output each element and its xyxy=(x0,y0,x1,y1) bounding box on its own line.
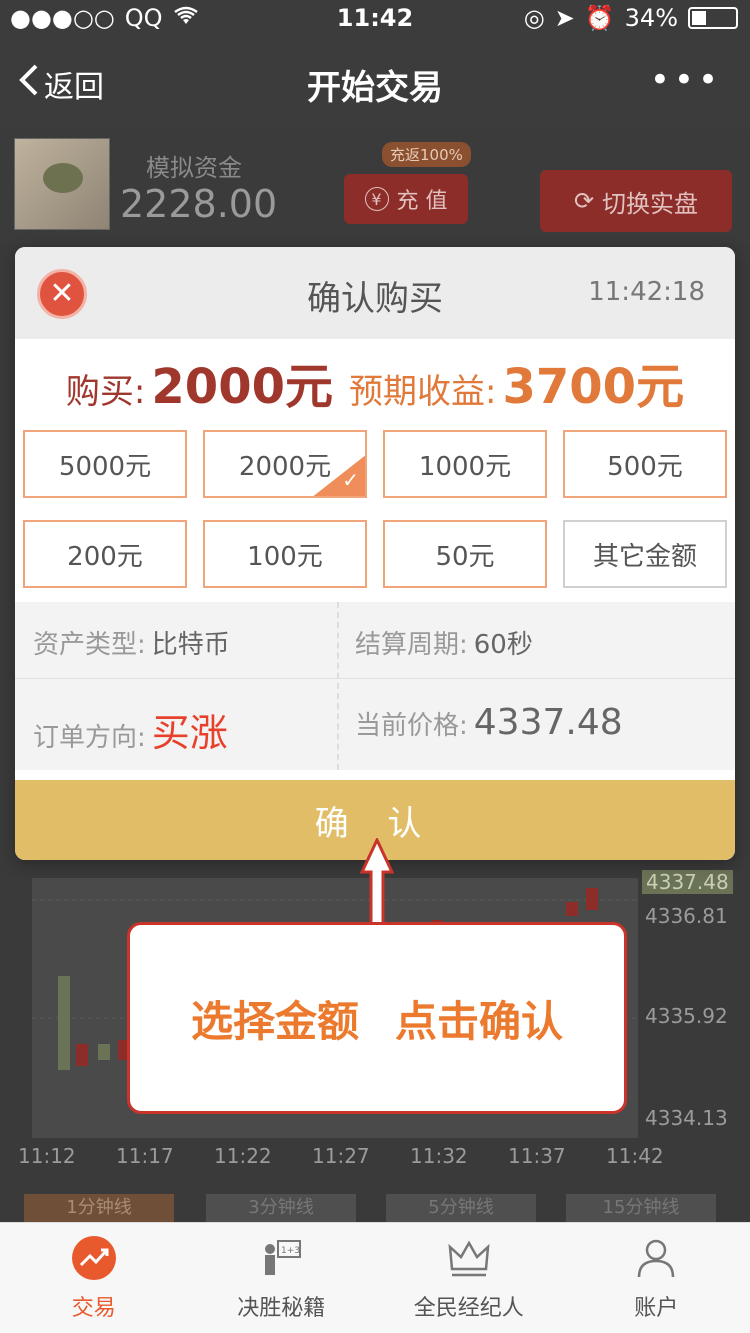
buy-amount: 2000元 xyxy=(151,359,333,415)
nav-bar: 返回 开始交易 ••• xyxy=(0,38,750,130)
page-title: 开始交易 xyxy=(307,68,443,108)
buy-label: 购买: xyxy=(65,372,146,412)
recharge-label: 充 值 xyxy=(396,189,448,214)
svg-text:1+3: 1+3 xyxy=(281,1246,300,1256)
candle xyxy=(98,1044,110,1060)
expected-return-amount: 3700元 xyxy=(502,359,685,415)
time-tick: 11:12 xyxy=(18,1144,76,1168)
expected-return-label: 预期收益: xyxy=(349,372,497,412)
direction-value: 买涨 xyxy=(151,711,228,755)
modal-time: 11:42:18 xyxy=(588,277,705,307)
more-menu-icon[interactable]: ••• xyxy=(650,60,722,100)
tab-account[interactable]: 账户 xyxy=(563,1223,750,1333)
tab-label: 全民经纪人 xyxy=(413,1296,524,1321)
status-bar: ●●●○○ QQ 11:42 ◎ ➤ ⏰ 34% xyxy=(0,0,750,38)
battery-percent: 34% xyxy=(624,4,678,32)
candle xyxy=(586,888,598,910)
time-tick: 11:37 xyxy=(508,1144,566,1168)
tab-label: 决胜秘籍 xyxy=(237,1296,326,1321)
hint-select-amount: 选择金额 xyxy=(190,996,359,1046)
time-tick: 11:22 xyxy=(214,1144,272,1168)
amount-option-200[interactable]: 200元 xyxy=(23,520,187,588)
yuan-icon: ¥ xyxy=(364,187,389,211)
price-tick: 4335.92 xyxy=(645,1004,728,1028)
time-tick: 11:42 xyxy=(606,1144,664,1168)
alarm-icon: ⏰ xyxy=(584,4,615,32)
tab-label: 交易 xyxy=(71,1296,116,1321)
amount-label: 100元 xyxy=(247,541,323,572)
switch-real-button[interactable]: ⟳ 切换实盘 xyxy=(540,170,732,232)
settlement-period: 结算周期: 60秒 xyxy=(355,624,533,661)
lock-rotation-icon: ◎ xyxy=(523,4,545,32)
user-icon xyxy=(632,1234,680,1282)
bottom-tab-bar: 交易 1+3 决胜秘籍 全民经纪人 账户 xyxy=(0,1222,750,1333)
candle xyxy=(566,902,578,916)
tab-1min[interactable]: 1分钟线 xyxy=(24,1194,174,1222)
tab-secrets[interactable]: 1+3 决胜秘籍 xyxy=(188,1223,376,1333)
asset-type-value: 比特币 xyxy=(151,630,230,660)
checkmark-icon: ✓ xyxy=(342,468,359,492)
battery-icon xyxy=(688,7,738,29)
tab-5min[interactable]: 5分钟线 xyxy=(386,1194,536,1222)
price-value: 4337.48 xyxy=(473,702,623,743)
switch-label: 切换实盘 xyxy=(602,189,699,218)
amount-option-500[interactable]: 500元 xyxy=(563,430,727,498)
amount-label: 5000元 xyxy=(58,451,152,482)
crown-icon xyxy=(445,1234,493,1282)
time-tick: 11:17 xyxy=(116,1144,174,1168)
amount-label: 其它金额 xyxy=(592,541,697,572)
confirm-purchase-modal: ✕ 确认购买 11:42:18 购买: 2000元 预期收益: 3700元 50… xyxy=(15,247,735,860)
amount-label: 1000元 xyxy=(418,451,512,482)
teacher-icon: 1+3 xyxy=(257,1234,305,1282)
candle xyxy=(76,1044,88,1066)
period-value: 60秒 xyxy=(473,630,533,660)
order-info: 资产类型: 比特币 结算周期: 60秒 订单方向: 买涨 当前价格: 4337.48 xyxy=(15,602,735,770)
instruction-hint: 选择金额 点击确认 xyxy=(127,922,627,1114)
trade-icon xyxy=(70,1234,118,1282)
period-label: 结算周期: xyxy=(355,630,468,660)
asset-type: 资产类型: 比特币 xyxy=(33,624,230,661)
location-icon: ➤ xyxy=(554,4,575,32)
modal-header: ✕ 确认购买 11:42:18 xyxy=(15,247,735,339)
tab-3min[interactable]: 3分钟线 xyxy=(206,1194,356,1222)
amount-option-1000[interactable]: 1000元 xyxy=(383,430,547,498)
time-tick: 11:27 xyxy=(312,1144,370,1168)
avatar[interactable] xyxy=(14,138,110,230)
sim-funds-label: 模拟资金 xyxy=(146,154,242,182)
amount-option-5000[interactable]: 5000元 xyxy=(23,430,187,498)
amount-label: 200元 xyxy=(67,541,143,572)
amount-option-2000[interactable]: 2000元 ✓ xyxy=(203,430,367,498)
asset-type-label: 资产类型: xyxy=(33,630,146,660)
sim-funds-amount: 2228.00 xyxy=(120,182,278,226)
period-tabs: 1分钟线 3分钟线 5分钟线 15分钟线 xyxy=(0,1182,750,1222)
refresh-icon: ⟳ xyxy=(573,187,595,215)
price-tick: 4336.81 xyxy=(645,904,728,928)
amount-label: 50元 xyxy=(435,541,495,572)
divider xyxy=(15,678,735,679)
tab-trade[interactable]: 交易 xyxy=(0,1223,188,1333)
tab-broker[interactable]: 全民经纪人 xyxy=(375,1223,563,1333)
amount-option-100[interactable]: 100元 xyxy=(203,520,367,588)
time-tick: 11:32 xyxy=(410,1144,468,1168)
account-summary: 模拟资金 2228.00 充返100% ¥ 充 值 ⟳ 切换实盘 xyxy=(0,130,750,242)
price-tick: 4334.13 xyxy=(645,1106,728,1130)
battery-fill xyxy=(692,11,706,25)
current-price: 当前价格: 4337.48 xyxy=(355,702,623,743)
amount-option-50[interactable]: 50元 xyxy=(383,520,547,588)
candle xyxy=(58,976,70,1070)
cashback-badge: 充返100% xyxy=(382,142,471,167)
direction-label: 订单方向: xyxy=(33,723,146,753)
purchase-summary: 购买: 2000元 预期收益: 3700元 xyxy=(15,347,735,417)
amount-label: 500元 xyxy=(607,451,683,482)
hint-click-confirm: 点击确认 xyxy=(395,996,564,1046)
recharge-button[interactable]: ¥ 充 值 xyxy=(344,174,468,224)
price-tick: 4337.48 xyxy=(642,870,733,894)
price-label: 当前价格: xyxy=(355,711,468,741)
tab-15min[interactable]: 15分钟线 xyxy=(566,1194,716,1222)
up-arrow-icon xyxy=(359,836,395,928)
amount-option-other[interactable]: 其它金额 xyxy=(563,520,727,588)
divider xyxy=(337,602,339,770)
order-direction: 订单方向: 买涨 xyxy=(33,702,228,757)
tab-label: 账户 xyxy=(634,1296,679,1321)
